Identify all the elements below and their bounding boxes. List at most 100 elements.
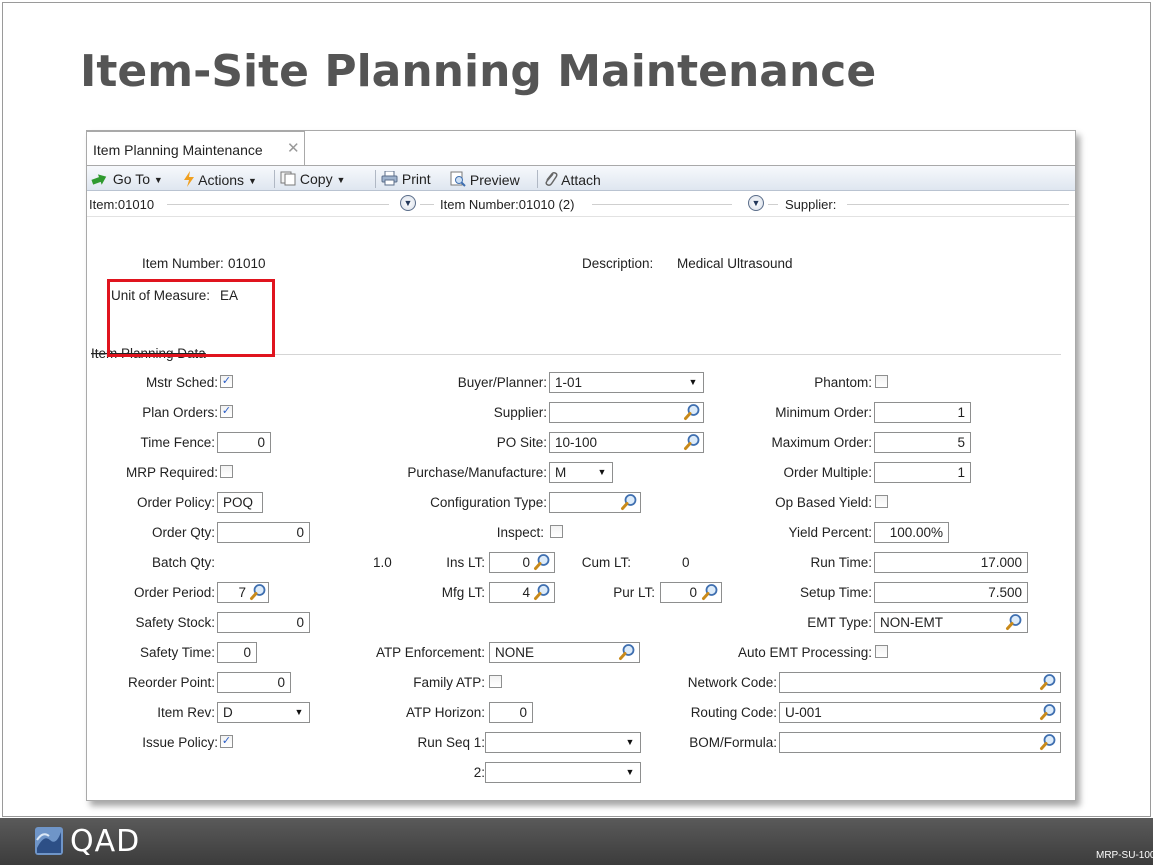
breadcrumb-item[interactable]: Item:01010 — [89, 197, 154, 212]
app-window: Item Planning Maintenance ✕ Go To ▼ Acti… — [86, 130, 1076, 801]
breadcrumb-supplier[interactable]: Supplier: — [785, 197, 836, 212]
description-value: Medical Ultrasound — [677, 256, 793, 271]
order-policy-input[interactable]: POQ — [217, 492, 263, 513]
chevron-down-icon[interactable]: ▼ — [620, 733, 640, 752]
toolbar-divider — [537, 170, 538, 188]
atp-horizon-input[interactable]: 0 — [489, 702, 533, 723]
search-icon[interactable] — [1039, 673, 1057, 691]
po-site-input[interactable]: 10-100 — [549, 432, 704, 453]
breadcrumb-divider — [768, 204, 778, 205]
actions-button[interactable]: Actions ▼ — [183, 171, 257, 188]
chevron-down-icon[interactable]: ▼ — [683, 373, 703, 392]
chevron-down-icon[interactable]: ▼ — [748, 195, 764, 211]
supplier-label: Supplier: — [493, 405, 547, 420]
order-multiple-input[interactable]: 1 — [874, 462, 971, 483]
search-icon[interactable] — [683, 433, 701, 451]
mfg-lt-label: Mfg LT: — [441, 585, 485, 600]
safety-time-input[interactable]: 0 — [217, 642, 257, 663]
item-rev-label: Item Rev: — [157, 705, 215, 720]
run-seq1-dropdown[interactable]: ▼ — [485, 732, 641, 753]
search-icon[interactable] — [1039, 733, 1057, 751]
issue-policy-label: Issue Policy: — [142, 735, 218, 750]
auto-emt-label: Auto EMT Processing: — [737, 645, 872, 660]
close-icon[interactable]: ✕ — [287, 139, 300, 157]
mrp-required-label: MRP Required: — [125, 465, 218, 480]
item-rev-dropdown[interactable]: D ▼ — [217, 702, 310, 723]
chevron-down-icon: ▼ — [247, 176, 257, 186]
phantom-label: Phantom: — [814, 375, 872, 390]
goto-button[interactable]: Go To ▼ — [91, 171, 163, 187]
issue-policy-checkbox[interactable]: ✓ — [220, 735, 233, 748]
search-icon[interactable] — [1039, 703, 1057, 721]
yield-percent-label: Yield Percent: — [788, 525, 872, 540]
bom-formula-label: BOM/Formula: — [689, 735, 777, 750]
search-icon[interactable] — [618, 643, 636, 661]
yield-percent-input[interactable]: 100.00% — [874, 522, 949, 543]
chevron-down-icon[interactable]: ▼ — [400, 195, 416, 211]
safety-stock-input[interactable]: 0 — [217, 612, 310, 633]
preview-icon — [450, 171, 466, 187]
breadcrumb-divider — [847, 204, 1069, 205]
chevron-down-icon[interactable]: ▼ — [289, 703, 309, 722]
min-order-input[interactable]: 1 — [874, 402, 971, 423]
copy-button[interactable]: Copy ▼ — [280, 171, 345, 187]
mstr-sched-label: Mstr Sched: — [145, 375, 218, 390]
ins-lt-label: Ins LT: — [446, 555, 485, 570]
order-qty-input[interactable]: 0 — [217, 522, 310, 543]
search-icon[interactable] — [533, 553, 551, 571]
supplier-input[interactable] — [549, 402, 704, 423]
reorder-point-input[interactable]: 0 — [217, 672, 291, 693]
order-policy-label: Order Policy: — [136, 495, 215, 510]
bom-formula-input[interactable] — [779, 732, 1061, 753]
inspect-label: Inspect: — [496, 525, 544, 540]
buyer-planner-dropdown[interactable]: 1-01 ▼ — [549, 372, 704, 393]
toolbar-divider — [274, 170, 275, 188]
search-icon[interactable] — [1005, 613, 1023, 631]
mrp-required-checkbox[interactable] — [220, 465, 233, 478]
routing-code-input[interactable]: U-001 — [779, 702, 1061, 723]
search-icon[interactable] — [620, 493, 638, 511]
time-fence-input[interactable]: 0 — [217, 432, 271, 453]
form-pane: Item Number: 01010 Unit of Measure: EA D… — [87, 217, 1075, 801]
search-icon[interactable] — [683, 403, 701, 421]
preview-button[interactable]: Preview — [450, 171, 520, 188]
lightning-icon — [184, 171, 194, 187]
run-seq2-dropdown[interactable]: ▼ — [485, 762, 641, 783]
breadcrumb-divider — [167, 204, 389, 205]
search-icon[interactable] — [701, 583, 719, 601]
cum-lt-label: Cum LT: — [581, 555, 631, 570]
tab-label: Item Planning Maintenance — [93, 142, 263, 158]
run-seq1-label: Run Seq 1: — [417, 735, 485, 750]
family-atp-checkbox[interactable] — [489, 675, 502, 688]
chevron-down-icon[interactable]: ▼ — [592, 463, 612, 482]
run-time-input[interactable]: 17.000 — [874, 552, 1028, 573]
reorder-point-label: Reorder Point: — [127, 675, 215, 690]
buyer-planner-value: 1-01 — [555, 375, 583, 390]
chevron-down-icon[interactable]: ▼ — [620, 763, 640, 782]
run-seq2-label: 2: — [473, 765, 485, 780]
plan-orders-checkbox[interactable]: ✓ — [220, 405, 233, 418]
op-based-yield-checkbox[interactable] — [875, 495, 888, 508]
purch-manuf-dropdown[interactable]: M ▼ — [549, 462, 613, 483]
slide-title: Item-Site Planning Maintenance — [80, 46, 877, 97]
setup-time-input[interactable]: 7.500 — [874, 582, 1028, 603]
op-based-yield-label: Op Based Yield: — [775, 495, 872, 510]
qad-logo-text: QAD — [70, 824, 141, 859]
network-code-label: Network Code: — [687, 675, 777, 690]
tab-item-planning[interactable]: Item Planning Maintenance ✕ — [87, 131, 305, 165]
network-code-input[interactable] — [779, 672, 1061, 693]
search-icon[interactable] — [249, 583, 267, 601]
batch-qty-value: 1.0 — [373, 555, 392, 570]
inspect-checkbox[interactable] — [550, 525, 563, 538]
chevron-down-icon: ▼ — [336, 175, 346, 185]
search-icon[interactable] — [533, 583, 551, 601]
phantom-checkbox[interactable] — [875, 375, 888, 388]
mstr-sched-checkbox[interactable]: ✓ — [220, 375, 233, 388]
printer-icon — [381, 171, 398, 186]
max-order-input[interactable]: 5 — [874, 432, 971, 453]
print-button[interactable]: Print — [381, 171, 431, 187]
auto-emt-checkbox[interactable] — [875, 645, 888, 658]
breadcrumb-item-number[interactable]: Item Number:01010 (2) — [440, 197, 574, 212]
attach-button[interactable]: Attach — [544, 171, 601, 188]
pur-lt-label: Pur LT: — [613, 585, 655, 600]
